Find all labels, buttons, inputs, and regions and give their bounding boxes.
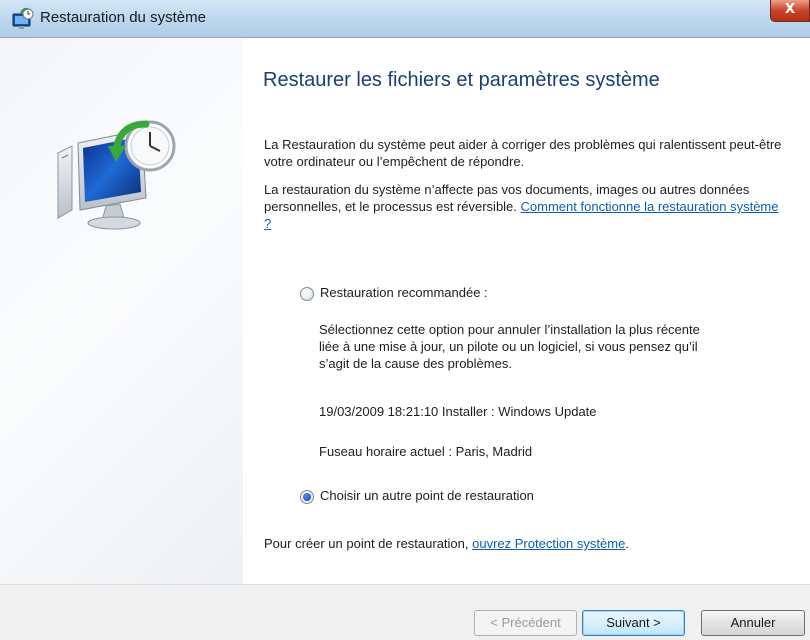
reversibility-paragraph: La restauration du système n’affecte pas… (264, 181, 784, 232)
intro-paragraph: La Restauration du système peut aider à … (264, 137, 782, 169)
close-button[interactable]: X (770, 0, 810, 22)
page-title: Restaurer les fichiers et paramètres sys… (263, 69, 660, 91)
next-button[interactable]: Suivant > (582, 610, 685, 636)
main-content: Restaurer les fichiers et paramètres sys… (243, 38, 810, 584)
recommended-description: Sélectionnez cette option pour annuler l… (319, 322, 700, 371)
create-point-end: . (625, 536, 629, 551)
cancel-button[interactable]: Annuler (701, 610, 805, 636)
system-restore-icon (12, 7, 34, 29)
close-icon: X (784, 2, 796, 17)
computer-restore-clock-icon (57, 120, 176, 230)
back-button[interactable]: < Précédent (474, 610, 577, 636)
recommended-restore-label[interactable]: Restauration recommandée : (320, 285, 488, 300)
button-bar: < Précédent Suivant > Annuler (0, 584, 810, 640)
create-point-paragraph: Pour créer un point de restauration, ouv… (264, 535, 784, 552)
sidebar-panel (0, 38, 243, 584)
other-restore-point-radio[interactable] (300, 490, 314, 504)
open-system-protection-link[interactable]: ouvrez Protection système (472, 536, 625, 551)
timezone-info: Fuseau horaire actuel : Paris, Madrid (319, 444, 533, 459)
window-title: Restauration du système (40, 9, 206, 26)
create-point-text: Pour créer un point de restauration, (264, 536, 473, 551)
title-bar[interactable]: Restauration du système (0, 0, 810, 38)
restore-point-info: 19/03/2009 18:21:10 Installer : Windows … (319, 404, 597, 419)
recommended-restore-radio[interactable] (300, 287, 314, 301)
other-restore-point-label[interactable]: Choisir un autre point de restauration (320, 488, 534, 503)
